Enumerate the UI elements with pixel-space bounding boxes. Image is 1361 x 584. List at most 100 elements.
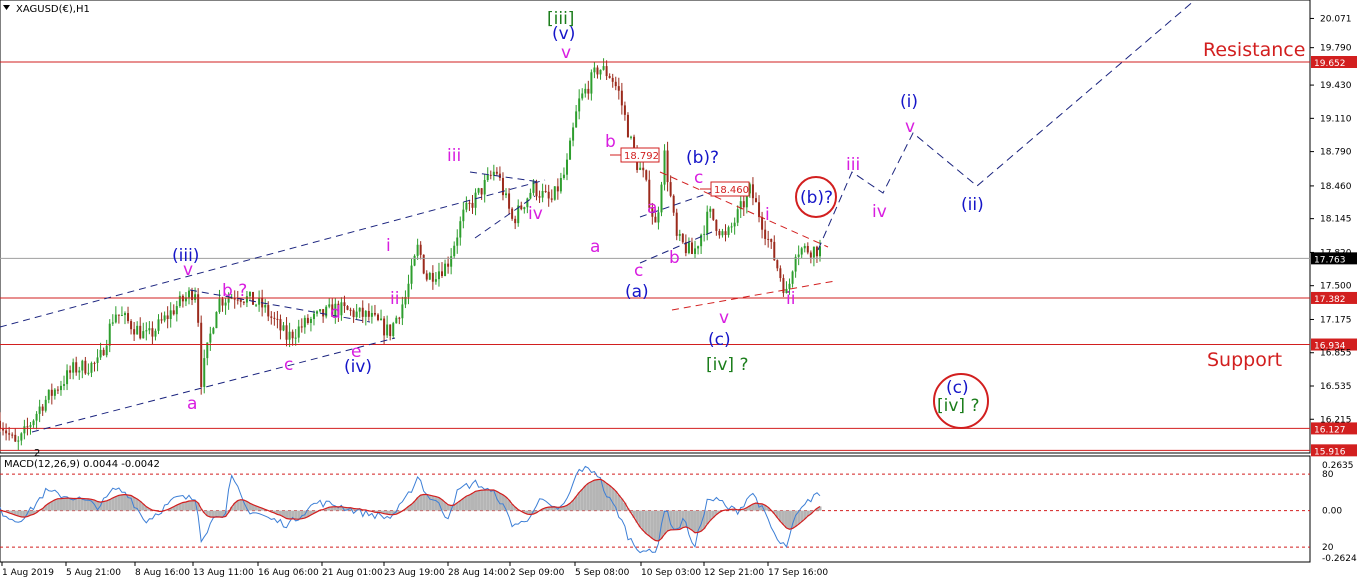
wave-label-iii-proj: iii (846, 155, 860, 175)
level-price-tag: 19.652 (1311, 56, 1357, 69)
price-tick-label: 17.175 (1320, 315, 1352, 325)
wave-label-d-left: d (330, 303, 341, 323)
wave-label-v-minor-top: v (561, 43, 571, 63)
wave-label-iv-proj: iv (872, 202, 887, 222)
chart: 19.65217.38216.93416.12715.91617.763 20.… (0, 0, 1357, 578)
wave-label-c-mid: c (634, 261, 643, 281)
wave-label-ii-proj: (ii) (961, 195, 984, 215)
price-box-18460-text: 18.460 (714, 185, 749, 196)
price-tick-label: 20.071 (1320, 14, 1352, 24)
wave-label-v-left: v (183, 260, 193, 280)
price-tick-label: 16.215 (1320, 415, 1352, 425)
price-tick-label: 18.460 (1320, 182, 1352, 192)
wave-label-b-big: (b)? (686, 148, 719, 168)
wave-label-v-proj: v (905, 117, 915, 137)
price-tick-label: 19.110 (1320, 114, 1352, 124)
macd-tick-label: 20 (1322, 543, 1334, 553)
candle (200, 315, 203, 395)
wave-label-iii-left: iii (447, 146, 461, 166)
wave-label-v-top: (v) (552, 24, 575, 44)
macd-tick-label: 80 (1322, 470, 1334, 480)
time-tick-label: 13 Aug 11:00 (193, 568, 254, 578)
wave-label-iv-left: iv (528, 204, 543, 224)
macd-label: MACD(12,26,9) 0.0044 -0.0042 (4, 459, 160, 470)
time-tick-label: 28 Aug 14:00 (448, 568, 509, 578)
macd-axis: 0.2635800.0020-0.2624 (1322, 461, 1357, 564)
price-tick-label: 19.790 (1320, 44, 1352, 54)
macd-tick-label: -0.2624 (1322, 554, 1357, 564)
time-tick-label: 10 Sep 03:00 (641, 568, 701, 578)
candle (325, 305, 328, 319)
price-axis: 20.071 19.790 19.430 19.110 18.790 18.460 18.1… (1310, 14, 1352, 425)
candle (712, 208, 715, 221)
wave-label-b-mid2: b (669, 248, 680, 268)
price-tick-label: 18.145 (1320, 215, 1352, 225)
resistance-label: Resistance (1203, 39, 1305, 61)
time-tick-label: 17 Sep 16:00 (768, 568, 828, 578)
wave-label-c-left: c (284, 355, 293, 375)
time-tick-label: 5 Sep 08:00 (575, 568, 630, 578)
wave-label-a-big: (a) (625, 282, 649, 302)
candle (663, 144, 666, 191)
time-tick-label: 8 Aug 16:00 (135, 568, 190, 578)
wave-label-a-low: a (187, 394, 197, 414)
wave-label-a-mid2: a (647, 198, 657, 218)
price-tick-label: 17.820 (1320, 248, 1352, 258)
candle (681, 233, 684, 244)
time-tick-label: 5 Aug 21:00 (66, 568, 121, 578)
wave-label-i-small: i (765, 205, 770, 225)
wave-label-i-left: i (386, 236, 391, 256)
time-tick-label: 16 Aug 06:00 (258, 568, 319, 578)
level-price-tag: 15.916 (1311, 444, 1357, 457)
candle (553, 186, 556, 201)
symbol-label: XAGUSD(€),H1 (16, 4, 90, 15)
wave-label-c-small: c (694, 168, 703, 188)
wave-label-c-big: (c) (708, 330, 731, 350)
level-price-text: 17.382 (1314, 295, 1346, 305)
candle (413, 254, 416, 267)
wave-label-iv-circle: (iv) (344, 357, 372, 377)
candle (511, 207, 514, 221)
wave-label-iv-circle2: [iv] ? (937, 396, 979, 416)
wave-label-i-proj: (i) (900, 92, 918, 112)
price-tick-label: 16.535 (1320, 382, 1352, 392)
candle (660, 181, 663, 217)
level-price-text: 19.652 (1314, 59, 1346, 69)
level-price-text: 16.127 (1314, 425, 1346, 435)
macd-panel: 0.2635800.0020-0.2624 (0, 455, 1357, 564)
price-panel: 19.65217.38216.93416.12715.91617.763 20.… (0, 0, 1357, 457)
wave-label-b-circle: (b)? (800, 188, 833, 208)
support-label: Support (1207, 349, 1282, 371)
candle (626, 112, 629, 138)
price-tick-label: 17.500 (1320, 282, 1352, 292)
candle (422, 254, 425, 275)
wave-label-v-small: v (719, 308, 729, 328)
wave-label-b-mid: b (605, 132, 616, 152)
wave-label-b-question: b ? (222, 281, 247, 301)
time-tick-label: 23 Aug 19:00 (384, 568, 445, 578)
wave-label-a-mid: a (590, 237, 600, 257)
time-tick-label: 2 Sep 09:00 (510, 568, 565, 578)
time-tick-label: 21 Aug 01:00 (322, 568, 383, 578)
price-tick-label: 18.790 (1320, 148, 1352, 158)
wave-label-c-circle: (c) (946, 378, 969, 398)
candle (645, 169, 648, 182)
wave-label-ii-small: ii (786, 289, 795, 309)
price-panel-frame (0, 0, 1311, 454)
wave-label-two: 2 (34, 448, 40, 459)
wave-label-iv-degree: [iv] ? (706, 355, 748, 375)
candle (569, 137, 572, 160)
macd-tick-label: 0.00 (1322, 507, 1342, 517)
candle (215, 311, 218, 329)
level-price-tag: 17.382 (1311, 291, 1357, 305)
candle (428, 271, 431, 281)
time-axis: 1 Aug 2019 5 Aug 21:00 8 Aug 16:00 13 Aug 1… (1, 562, 828, 578)
price-tick-label: 16.855 (1320, 349, 1352, 359)
time-tick-label: 1 Aug 2019 (2, 568, 54, 578)
price-tick-label: 19.430 (1320, 81, 1352, 91)
time-tick-label: 12 Sep 21:00 (704, 568, 764, 578)
price-box-18792-text: 18.792 (624, 151, 659, 162)
candle (675, 208, 678, 241)
wave-label-ii-left: ii (390, 289, 399, 309)
level-price-text: 15.916 (1314, 447, 1346, 457)
